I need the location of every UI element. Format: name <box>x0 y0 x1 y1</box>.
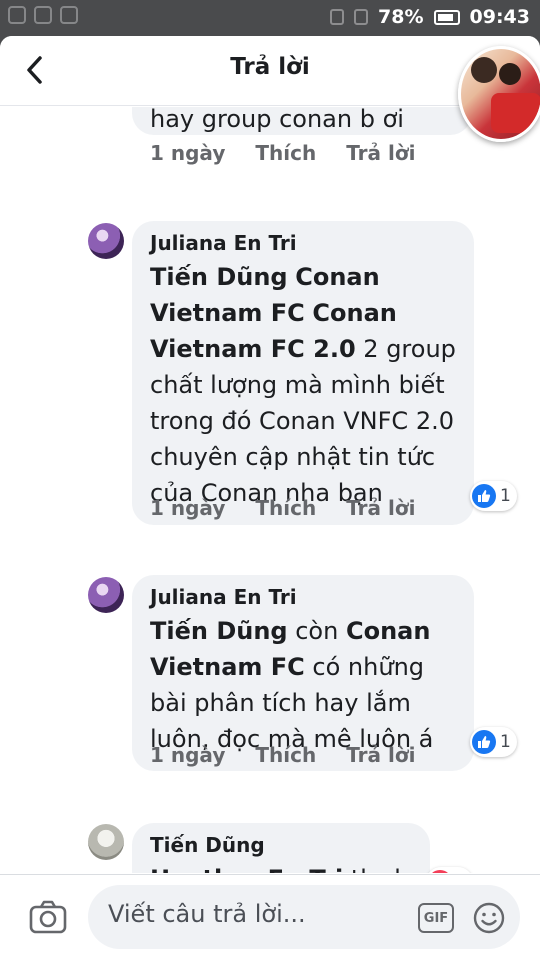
gif-button[interactable]: GIF <box>418 903 454 933</box>
reply-link[interactable]: Trả lời <box>346 496 415 520</box>
like-icon <box>472 730 496 754</box>
comment-time: 1 ngày <box>150 141 226 165</box>
avatar[interactable] <box>88 223 124 259</box>
reply-actions: 1 ngày Thích Trả lời <box>150 743 415 767</box>
reply-time: 1 ngày <box>150 496 226 520</box>
page-title: Trả lời <box>230 54 310 80</box>
message-text: còn <box>295 617 339 645</box>
camera-icon <box>29 900 67 934</box>
like-link[interactable]: Thích <box>255 743 316 767</box>
reaction-count: 1 <box>456 872 467 873</box>
like-icon <box>472 484 496 508</box>
reaction-summary[interactable]: 1 <box>470 481 517 511</box>
reply-text: Tiến Dũng còn Conan Vietnam FC có những … <box>150 613 456 757</box>
reaction-summary[interactable]: 1 <box>426 867 473 873</box>
reply-time: 1 ngày <box>150 743 226 767</box>
author-name[interactable]: Tiến Dũng <box>150 833 412 857</box>
comment-actions: 1 ngày Thích Trả lời <box>150 141 415 165</box>
notification-icon <box>60 6 78 24</box>
chat-head-avatar[interactable] <box>458 46 540 142</box>
like-link[interactable]: Thích <box>255 141 316 165</box>
reply-link[interactable]: Trả lời <box>346 743 415 767</box>
system-status: 78% 09:43 <box>330 6 530 28</box>
like-link[interactable]: Thích <box>255 496 316 520</box>
clock: 09:43 <box>469 6 530 28</box>
reply-input-placeholder: Viết câu trả lời... <box>108 900 306 928</box>
mention[interactable]: Tiến Dũng <box>150 263 288 291</box>
mention[interactable]: Heather En Tri <box>150 865 343 873</box>
avatar[interactable] <box>88 824 124 860</box>
comment-text: hay group conan b ơi <box>150 107 404 133</box>
signal-icon <box>354 9 369 25</box>
reply-text: Heather En Tri tks b <box>150 861 412 873</box>
heart-icon <box>428 870 452 873</box>
author-name[interactable]: Juliana En Tri <box>150 231 456 255</box>
notification-icon <box>34 6 52 24</box>
wifi-icon <box>330 9 345 25</box>
avatar[interactable] <box>88 577 124 613</box>
battery-percentage: 78% <box>378 6 424 28</box>
author-name[interactable]: Juliana En Tri <box>150 585 456 609</box>
reply-input[interactable]: Viết câu trả lời... GIF <box>88 885 520 949</box>
reply-composer: Viết câu trả lời... GIF <box>0 874 540 960</box>
replies-panel: Trả lời hay group conan b ơi 1 ngày Thíc… <box>0 36 540 960</box>
smiley-icon <box>473 902 505 934</box>
chat-head-photo <box>499 63 521 85</box>
reaction-count: 1 <box>500 486 511 506</box>
message-text: tks b <box>351 865 410 873</box>
chat-head-photo <box>491 93 540 133</box>
camera-button[interactable] <box>28 897 68 937</box>
mention[interactable]: Tiến Dũng <box>150 617 288 645</box>
emoji-button[interactable] <box>472 901 506 935</box>
reaction-count: 1 <box>500 732 511 752</box>
reply-bubble[interactable]: Juliana En Tri Tiến Dũng còn Conan Vietn… <box>132 575 474 771</box>
reply-text: Tiến Dũng Conan Vietnam FC Conan Vietnam… <box>150 259 456 511</box>
reply-bubble[interactable]: Tiến Dũng Heather En Tri tks b <box>132 823 430 873</box>
comment-thread: hay group conan b ơi 1 ngày Thích Trả lờ… <box>0 107 540 873</box>
reply-bubble[interactable]: Juliana En Tri Tiến Dũng Conan Vietnam F… <box>132 221 474 525</box>
reply-link[interactable]: Trả lời <box>346 141 415 165</box>
notification-icon <box>8 6 26 24</box>
battery-icon <box>433 9 460 25</box>
notification-icons <box>8 6 78 24</box>
status-bar: 78% 09:43 <box>0 0 540 36</box>
chat-head-photo <box>471 57 497 83</box>
reply-actions: 1 ngày Thích Trả lời <box>150 496 415 520</box>
reaction-summary[interactable]: 1 <box>470 727 517 757</box>
comment-bubble[interactable]: hay group conan b ơi <box>132 107 472 135</box>
